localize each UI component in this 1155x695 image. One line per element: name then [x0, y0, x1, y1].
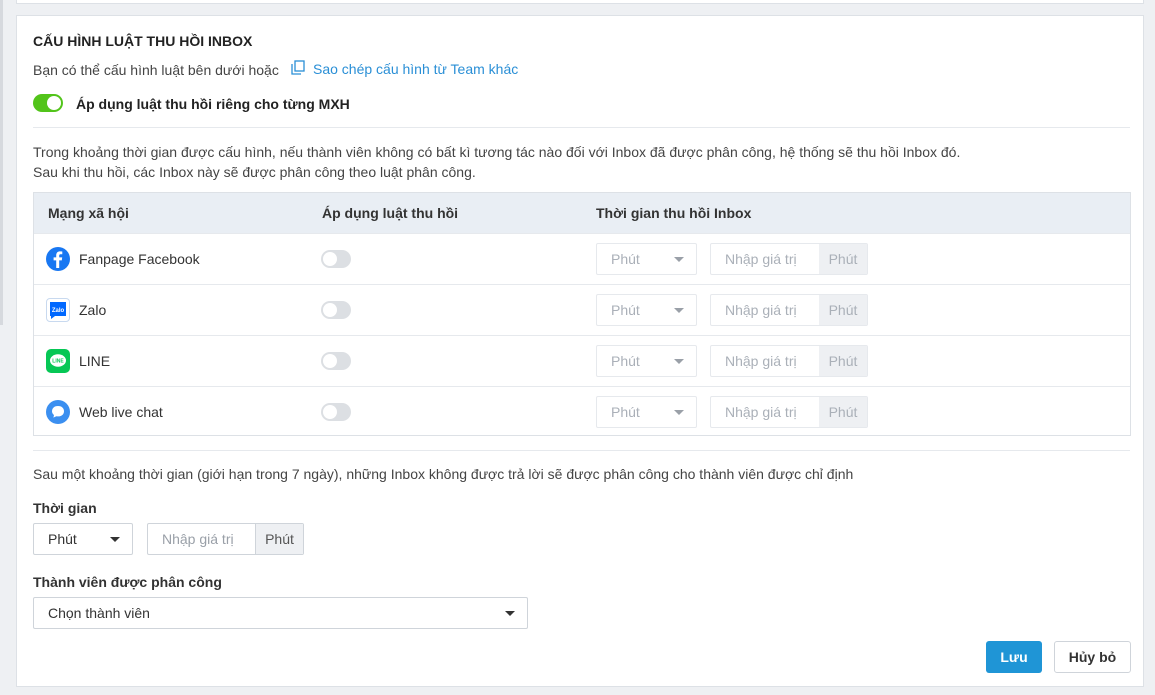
- time-unit-addon: Phút: [819, 295, 867, 325]
- network-name: Web live chat: [79, 404, 163, 420]
- per-network-toggle[interactable]: [33, 94, 63, 112]
- chevron-down-icon: [674, 257, 684, 262]
- chevron-down-icon: [674, 410, 684, 415]
- chevron-down-icon: [674, 359, 684, 364]
- facebook-icon: [46, 247, 70, 271]
- explain-line-1: Trong khoảng thời gian được cấu hình, nế…: [33, 144, 961, 160]
- time-value-placeholder: Nhập giá trị: [725, 353, 797, 369]
- divider: [33, 450, 1130, 451]
- time-unit-select[interactable]: Phút: [596, 294, 697, 326]
- network-name: Fanpage Facebook: [79, 251, 200, 267]
- chat-icon: [46, 400, 70, 424]
- time-unit-select-value: Phút: [611, 251, 640, 267]
- fallback-time-value-input[interactable]: Nhập giá trị Phút: [147, 523, 304, 555]
- time-unit-select[interactable]: Phút: [596, 243, 697, 275]
- explain-line-2: Sau khi thu hồi, các Inbox này sẽ được p…: [33, 164, 476, 180]
- time-value-placeholder: Nhập giá trị: [725, 251, 797, 267]
- time-value-input[interactable]: Nhập giá trị Phút: [710, 294, 868, 326]
- chevron-down-icon: [674, 308, 684, 313]
- line-icon: LINE: [46, 349, 70, 373]
- fallback-description: Sau một khoảng thời gian (giới hạn trong…: [33, 466, 854, 482]
- time-unit-select-value: Phút: [611, 404, 640, 420]
- time-unit-select-value: Phút: [611, 353, 640, 369]
- time-value-input[interactable]: Nhập giá trị Phút: [710, 396, 868, 428]
- copy-config-link[interactable]: Sao chép cấu hình từ Team khác: [291, 60, 518, 78]
- save-button[interactable]: Lưu: [986, 641, 1042, 673]
- network-table: Mạng xã hội Áp dụng luật thu hồi Thời gi…: [33, 192, 1131, 436]
- table-row: Web live chat Phút Nhập giá trị Phút: [34, 386, 1130, 437]
- time-unit-addon: Phút: [819, 244, 867, 274]
- apply-toggle[interactable]: [321, 301, 351, 319]
- recall-rule-card: CẤU HÌNH LUẬT THU HỒI INBOX Bạn có thể c…: [16, 15, 1144, 687]
- table-header: Mạng xã hội Áp dụng luật thu hồi Thời gi…: [34, 193, 1130, 233]
- time-unit-select[interactable]: Phút: [596, 396, 697, 428]
- table-row: Zalo Zalo Phút Nhập giá trị Phút: [34, 284, 1130, 335]
- network-name: LINE: [79, 353, 111, 369]
- svg-text:Zalo: Zalo: [52, 308, 65, 314]
- time-label: Thời gian: [33, 500, 97, 516]
- time-unit-addon: Phút: [819, 346, 867, 376]
- apply-toggle[interactable]: [321, 250, 351, 268]
- fallback-time-unit-addon: Phút: [255, 524, 303, 554]
- copy-icon: [291, 60, 305, 78]
- time-value-input[interactable]: Nhập giá trị Phút: [710, 243, 868, 275]
- apply-toggle[interactable]: [321, 403, 351, 421]
- chevron-down-icon: [505, 611, 515, 616]
- svg-text:LINE: LINE: [52, 359, 64, 365]
- divider: [33, 127, 1130, 128]
- left-scrollbar-edge: [0, 0, 3, 325]
- section-title: CẤU HÌNH LUẬT THU HỒI INBOX: [33, 33, 253, 49]
- col-header-apply: Áp dụng luật thu hồi: [322, 205, 459, 221]
- col-header-network: Mạng xã hội: [48, 205, 129, 221]
- cancel-button[interactable]: Hủy bỏ: [1054, 641, 1131, 673]
- time-value-placeholder: Nhập giá trị: [725, 302, 797, 318]
- zalo-icon: Zalo: [46, 298, 70, 322]
- member-select-value: Chọn thành viên: [48, 605, 150, 621]
- chevron-down-icon: [110, 537, 120, 542]
- time-value-placeholder: Nhập giá trị: [725, 404, 797, 420]
- copy-config-link-label: Sao chép cấu hình từ Team khác: [313, 61, 519, 77]
- time-unit-select[interactable]: Phút: [596, 345, 697, 377]
- previous-card-edge: [16, 0, 1144, 4]
- per-network-toggle-label: Áp dụng luật thu hồi riêng cho từng MXH: [76, 96, 350, 112]
- time-unit-select-value: Phút: [611, 302, 640, 318]
- network-name: Zalo: [79, 302, 107, 318]
- table-row: LINE LINE Phút Nhập giá trị Phút: [34, 335, 1130, 386]
- time-unit-addon: Phút: [819, 397, 867, 427]
- col-header-time: Thời gian thu hồi Inbox: [596, 205, 752, 221]
- apply-toggle[interactable]: [321, 352, 351, 370]
- table-row: Fanpage Facebook Phút Nhập giá trị Phút: [34, 233, 1130, 284]
- fallback-time-placeholder: Nhập giá trị: [162, 531, 234, 547]
- time-value-input[interactable]: Nhập giá trị Phút: [710, 345, 868, 377]
- fallback-time-unit-value: Phút: [48, 531, 77, 547]
- section-description: Bạn có thể cấu hình luật bên dưới hoặc: [33, 62, 279, 78]
- fallback-time-unit-select[interactable]: Phút: [33, 523, 133, 555]
- member-label: Thành viên được phân công: [33, 574, 222, 590]
- member-select[interactable]: Chọn thành viên: [33, 597, 528, 629]
